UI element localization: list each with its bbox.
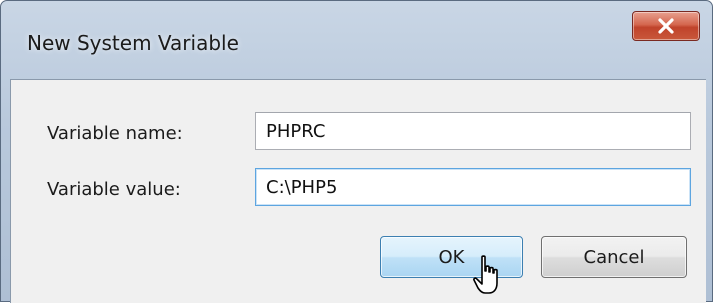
title-bar[interactable]: New System Variable <box>1 1 712 79</box>
cancel-button[interactable]: Cancel <box>541 236 687 278</box>
close-icon <box>656 18 676 34</box>
variable-name-label: Variable name: <box>47 123 183 144</box>
variable-name-input[interactable]: PHPRC <box>255 112 691 150</box>
dialog-content: Variable name: PHPRC Variable value: C:\… <box>10 79 706 303</box>
window-title: New System Variable <box>27 31 239 55</box>
close-button[interactable] <box>632 11 700 41</box>
variable-value-input[interactable]: C:\PHP5 <box>255 168 691 206</box>
variable-value-label: Variable value: <box>47 179 181 200</box>
dialog-window: New System Variable Variable name: PHPRC… <box>0 0 713 303</box>
ok-button[interactable]: OK <box>380 236 523 278</box>
